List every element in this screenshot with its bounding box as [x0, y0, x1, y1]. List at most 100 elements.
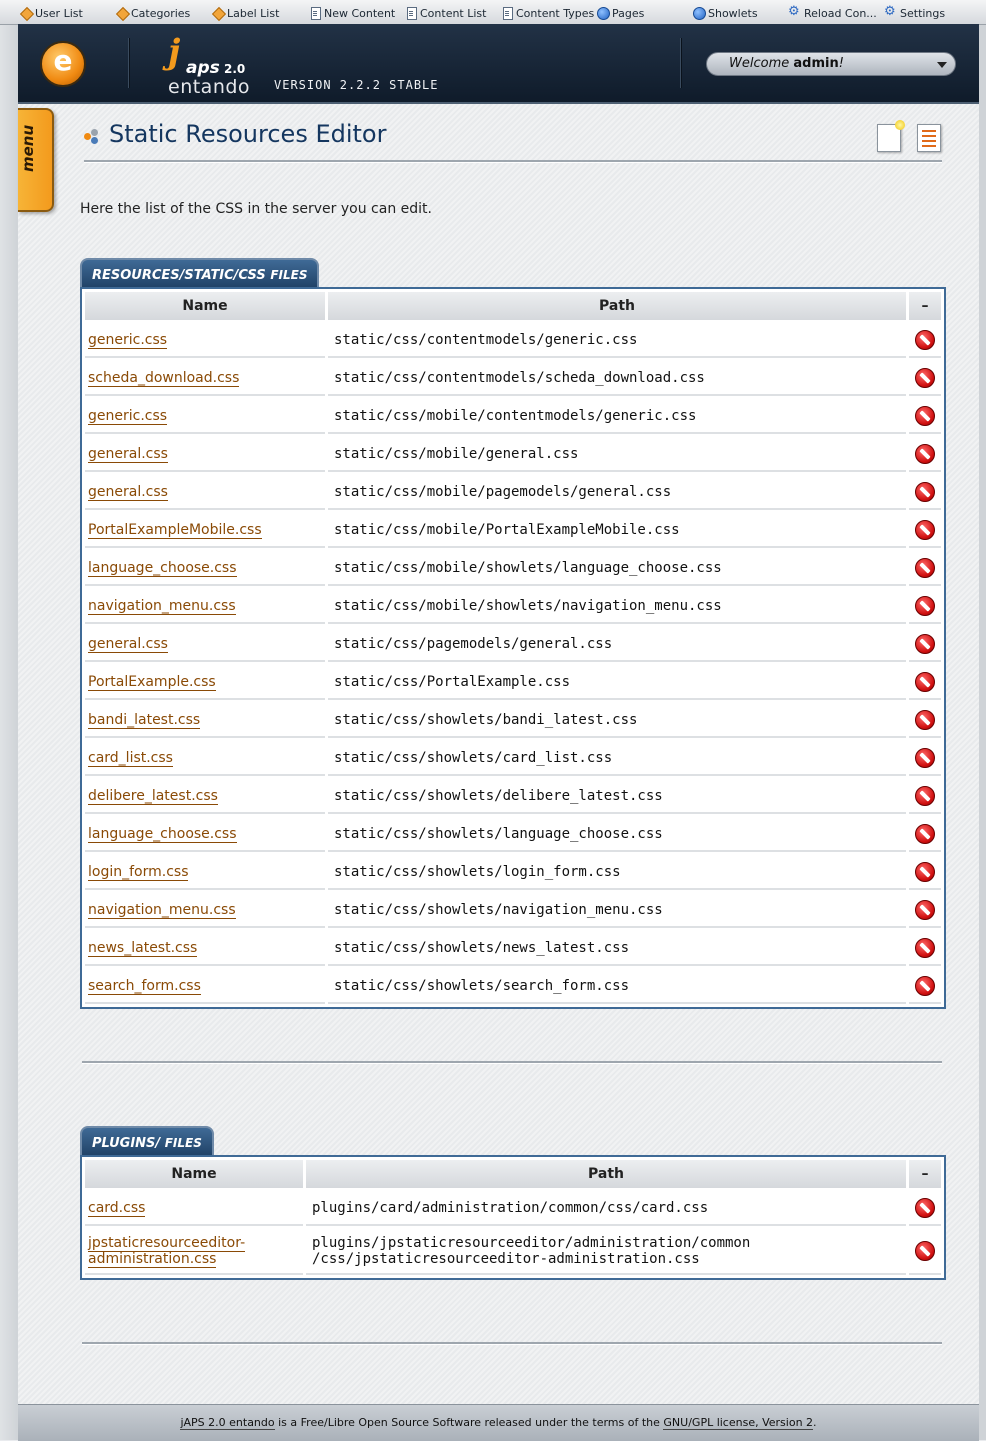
file-name-link[interactable]: card.css: [88, 1199, 146, 1217]
file-name-link[interactable]: language_choose.css: [88, 825, 237, 843]
table-row: navigation_menu.css static/css/showlets/n…: [85, 893, 941, 928]
toolbar-content-types[interactable]: Content Types: [501, 4, 594, 22]
delete-icon[interactable]: [915, 861, 935, 882]
user-menu-dropdown[interactable]: Welcome admin!: [706, 52, 956, 76]
file-name-link[interactable]: search_form.css: [88, 977, 201, 995]
delete-icon[interactable]: [915, 899, 935, 920]
intro-text: Here the list of the CSS in the server y…: [80, 201, 432, 217]
column-header-name: Name: [85, 292, 325, 320]
toolbar-content-list[interactable]: Content List: [405, 4, 486, 22]
toolbar-label-list[interactable]: Label List: [212, 4, 279, 22]
toolbar-pages[interactable]: Pages: [597, 4, 644, 22]
left-frame: [0, 24, 18, 1440]
table-row: news_latest.css static/css/showlets/news_…: [85, 931, 941, 966]
file-name-link[interactable]: delibere_latest.css: [88, 787, 218, 805]
toolbar-settings[interactable]: Settings: [884, 4, 945, 22]
delete-icon[interactable]: [915, 633, 935, 654]
header-divider: [680, 38, 681, 88]
globe-icon: [693, 7, 706, 20]
table-row: card.css plugins/card/administration/com…: [85, 1191, 941, 1226]
table-row: navigation_menu.css static/css/mobile/sho…: [85, 589, 941, 624]
file-name-link[interactable]: general.css: [88, 635, 168, 653]
license-link[interactable]: GNU/GPL license, Version 2: [663, 1416, 814, 1430]
delete-icon[interactable]: [915, 937, 935, 958]
gear-icon: [788, 4, 801, 19]
brand-logo-name: entando: [168, 76, 251, 98]
delete-icon[interactable]: [915, 443, 935, 464]
file-name-link[interactable]: navigation_menu.css: [88, 597, 236, 615]
delete-icon[interactable]: [915, 975, 935, 996]
file-name-link[interactable]: generic.css: [88, 331, 168, 349]
diamond-icon: [212, 7, 224, 19]
file-name-link[interactable]: scheda_download.css: [88, 369, 240, 387]
product-link[interactable]: jAPS 2.0 entando: [180, 1416, 275, 1430]
file-path: plugins/card/administration/common/css/c…: [306, 1191, 906, 1226]
brand-logo-i: j: [168, 32, 181, 72]
file-name-link[interactable]: general.css: [88, 445, 168, 463]
delete-icon[interactable]: [915, 709, 935, 730]
delete-icon[interactable]: [915, 785, 935, 806]
file-path: static/css/showlets/card_list.css: [328, 741, 906, 776]
file-path: static/css/mobile/general.css: [328, 437, 906, 472]
file-name-link[interactable]: PortalExample.css: [88, 673, 216, 691]
delete-icon[interactable]: [915, 823, 935, 844]
delete-icon[interactable]: [915, 671, 935, 692]
toolbar-user-list[interactable]: User List: [20, 4, 83, 22]
title-divider: [84, 160, 942, 163]
css-files-table: Name Path – generic.css static/css/conten…: [80, 287, 946, 1009]
delete-icon[interactable]: [915, 481, 935, 502]
list-view-icon[interactable]: [917, 124, 941, 152]
column-header-action: –: [909, 292, 941, 320]
file-name-link[interactable]: news_latest.css: [88, 939, 198, 957]
file-path: plugins/jpstaticresourceeditor/administr…: [306, 1229, 906, 1275]
toolbar-reload-config[interactable]: Reload Con...: [788, 4, 877, 22]
file-name-link[interactable]: navigation_menu.css: [88, 901, 236, 919]
file-path: static/css/showlets/bandi_latest.css: [328, 703, 906, 738]
delete-icon[interactable]: [915, 519, 935, 540]
table-row: general.css static/css/mobile/general.css: [85, 437, 941, 472]
file-name-link[interactable]: general.css: [88, 483, 168, 501]
file-name-link[interactable]: jpstaticresourceeditor-administration.cs…: [88, 1235, 246, 1268]
file-path: static/css/showlets/delibere_latest.css: [328, 779, 906, 814]
table-row: language_choose.css static/css/showlets/l…: [85, 817, 941, 852]
footer: jAPS 2.0 entando is a Free/Libre Open So…: [18, 1404, 979, 1441]
column-header-name: Name: [85, 1160, 303, 1188]
file-path: static/css/mobile/pagemodels/general.css: [328, 475, 906, 510]
file-name-link[interactable]: card_list.css: [88, 749, 173, 767]
globe-icon: [597, 7, 610, 20]
file-path: static/css/pagemodels/general.css: [328, 627, 906, 662]
new-resource-icon[interactable]: [877, 120, 905, 152]
file-path: static/css/showlets/login_form.css: [328, 855, 906, 890]
toolbar-new-content[interactable]: New Content: [309, 4, 395, 22]
delete-icon[interactable]: [915, 1197, 935, 1218]
diamond-icon: [116, 7, 128, 19]
welcome-text: Welcome admin!: [729, 56, 844, 71]
file-name-link[interactable]: generic.css: [88, 407, 168, 425]
file-name-link[interactable]: PortalExampleMobile.css: [88, 521, 262, 539]
table-row: card_list.css static/css/showlets/card_li…: [85, 741, 941, 776]
document-icon: [309, 7, 321, 20]
menu-tab[interactable]: menu: [18, 108, 54, 212]
delete-icon[interactable]: [915, 595, 935, 616]
file-name-link[interactable]: bandi_latest.css: [88, 711, 201, 729]
delete-icon[interactable]: [915, 747, 935, 768]
delete-icon[interactable]: [915, 557, 935, 578]
delete-icon[interactable]: [915, 367, 935, 388]
toolbar-categories[interactable]: Categories: [116, 4, 190, 22]
table-row: language_choose.css static/css/mobile/sho…: [85, 551, 941, 586]
right-frame: [979, 24, 986, 1440]
table-row: search_form.css static/css/showlets/searc…: [85, 969, 941, 1004]
toolbar-showlets[interactable]: Showlets: [693, 4, 758, 22]
file-path: static/css/showlets/search_form.css: [328, 969, 906, 1004]
table-row: general.css static/css/mobile/pagemodels/…: [85, 475, 941, 510]
delete-icon[interactable]: [915, 405, 935, 426]
entando-logo-icon[interactable]: e: [40, 41, 86, 87]
delete-icon[interactable]: [915, 329, 935, 350]
file-path: static/css/showlets/navigation_menu.css: [328, 893, 906, 928]
file-name-link[interactable]: language_choose.css: [88, 559, 237, 577]
delete-icon[interactable]: [915, 1241, 935, 1261]
file-path: static/css/PortalExample.css: [328, 665, 906, 700]
file-name-link[interactable]: login_form.css: [88, 863, 189, 881]
file-path: static/css/contentmodels/generic.css: [328, 323, 906, 358]
header-divider: [128, 38, 129, 88]
